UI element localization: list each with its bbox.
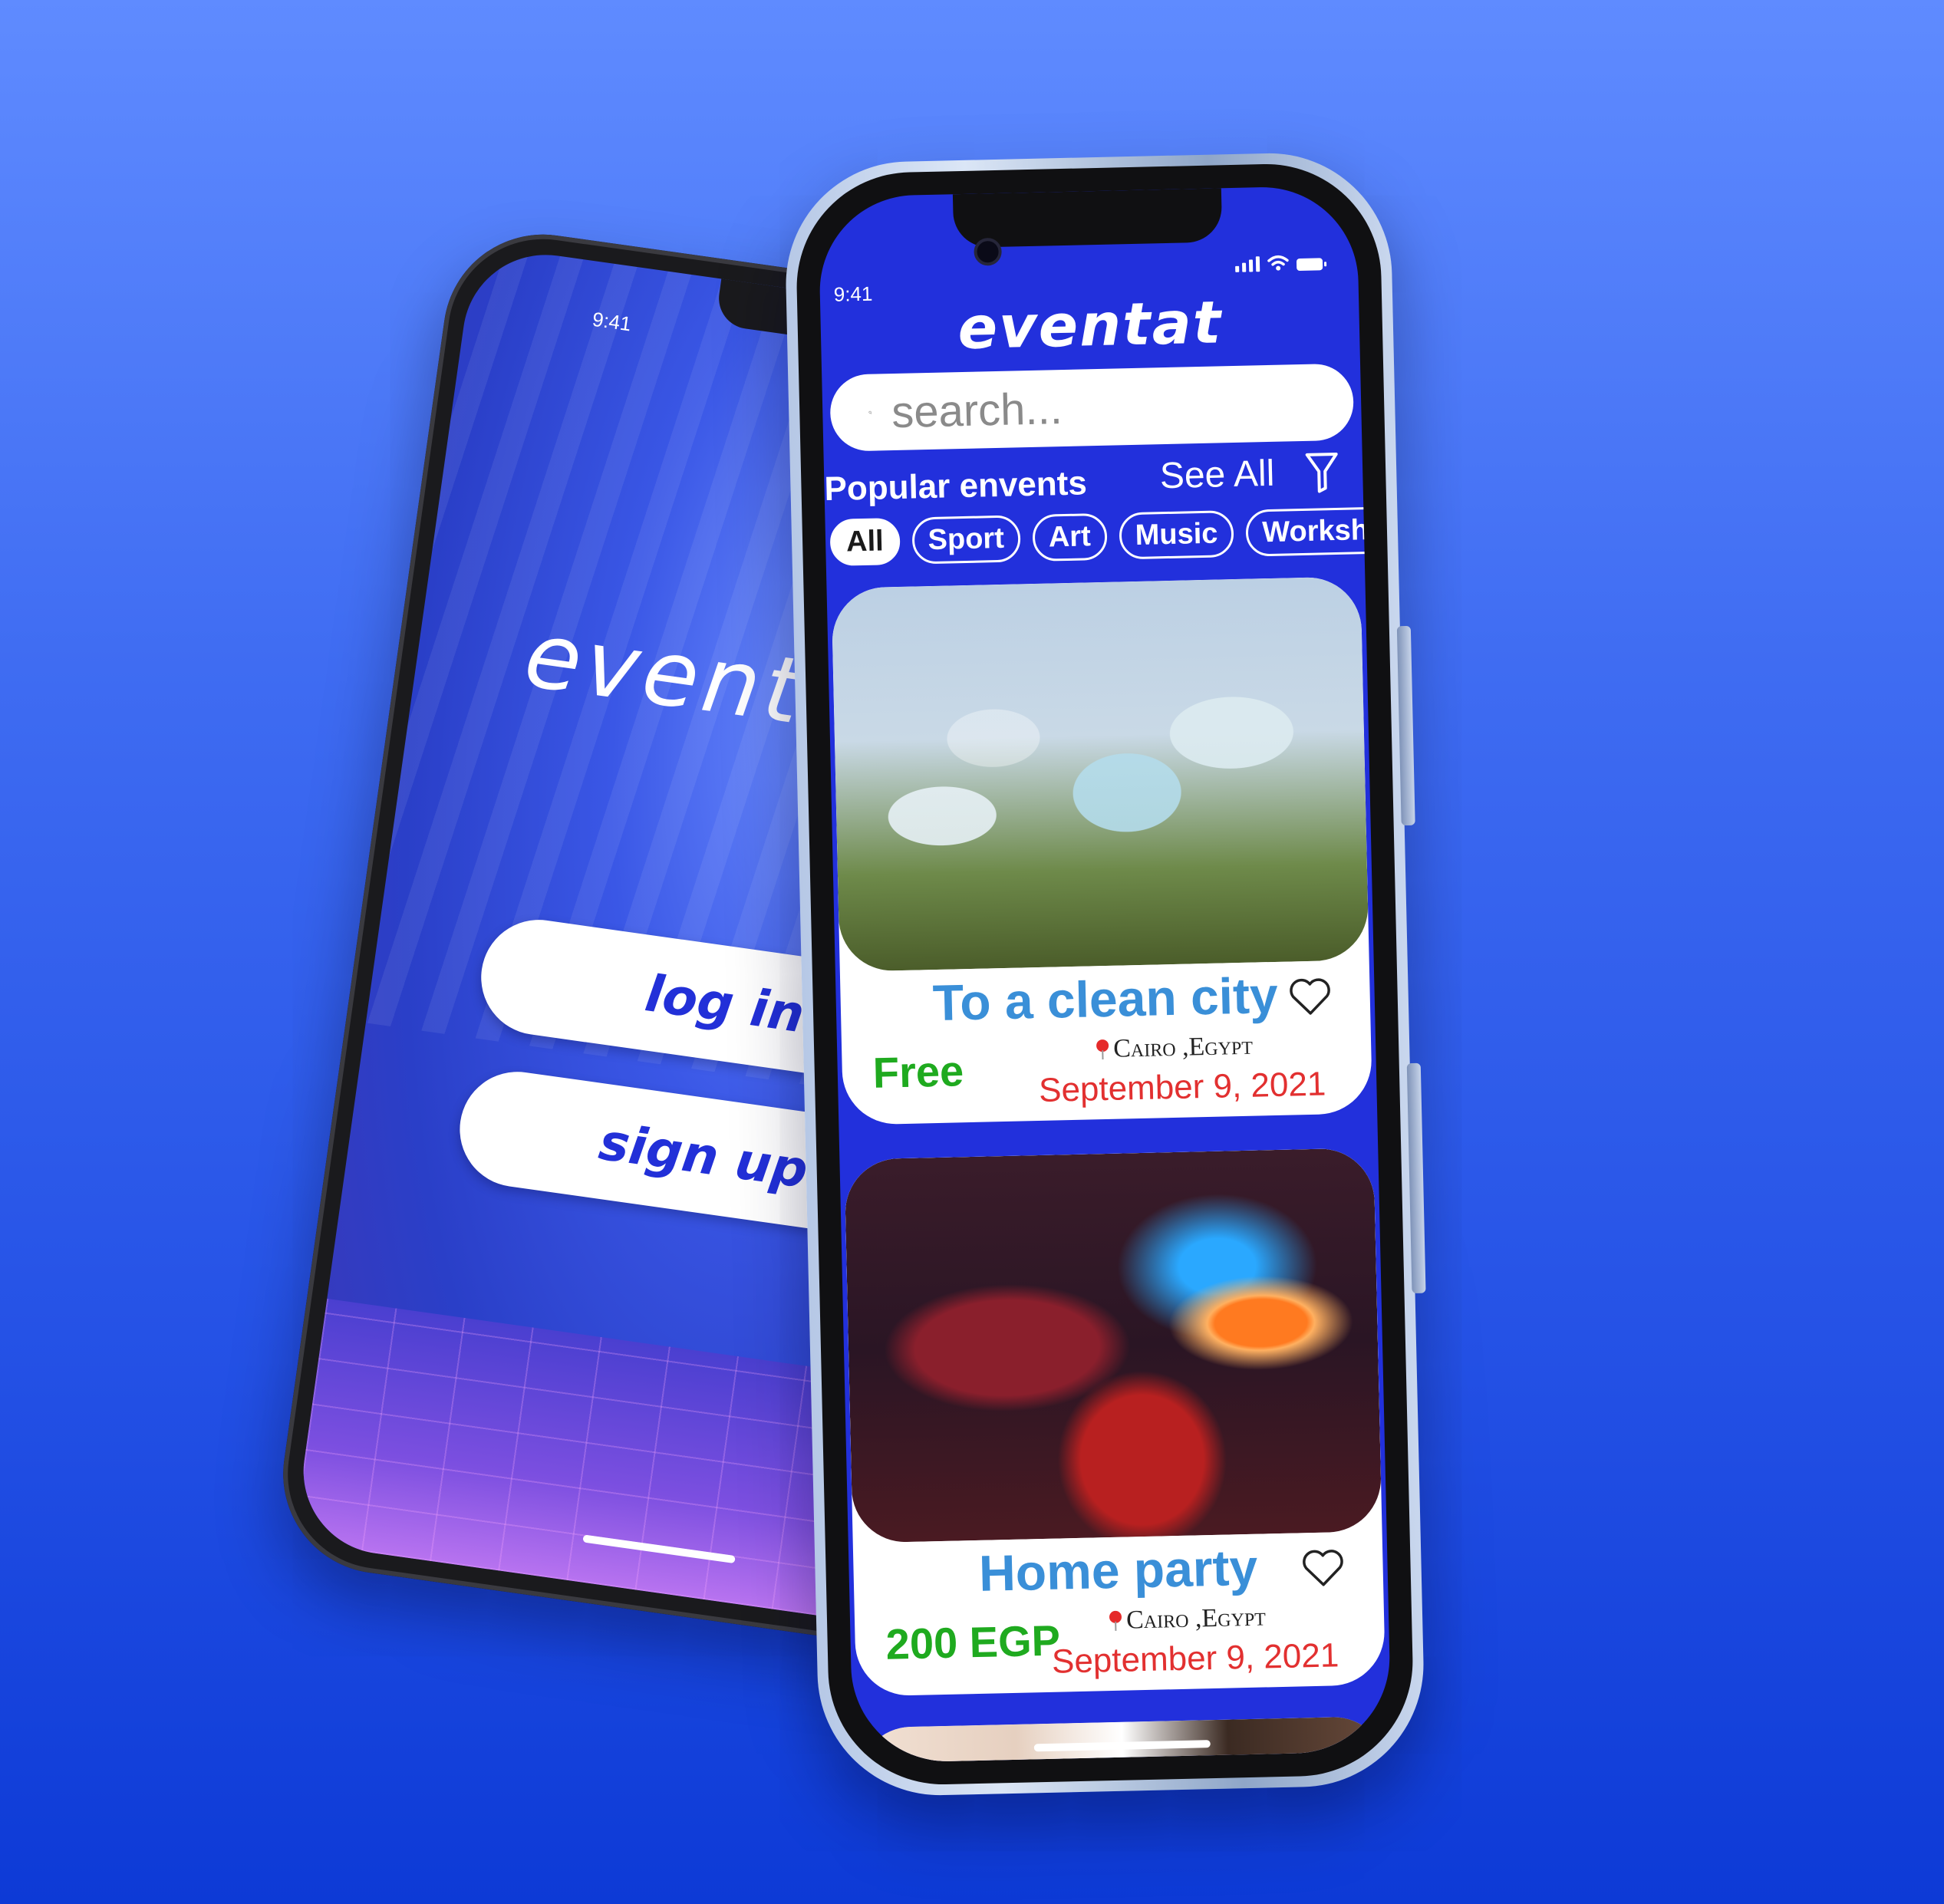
location-text: Cairo ,Egypt bbox=[1112, 1031, 1254, 1063]
heart-icon[interactable] bbox=[1301, 1547, 1345, 1588]
filter-icon[interactable] bbox=[1304, 451, 1340, 495]
location-pin-icon bbox=[1108, 1611, 1124, 1631]
event-card[interactable]: To a clean city Free Cairo ,Egypt Septem… bbox=[831, 576, 1373, 1125]
event-location: Cairo ,Egypt bbox=[1108, 1603, 1267, 1636]
section-header: Popular envents See All bbox=[824, 450, 1363, 516]
event-price: Free bbox=[872, 1046, 964, 1097]
event-card[interactable]: Home party 200 EGP Cairo ,Egypt Septembe… bbox=[844, 1148, 1386, 1697]
event-card[interactable] bbox=[857, 1715, 1388, 1764]
event-date: September 9, 2021 bbox=[1038, 1065, 1326, 1109]
section-title: Popular envents bbox=[824, 464, 1088, 509]
phone-bezel: 9:41 eventat search... Popular envents S… bbox=[794, 161, 1415, 1787]
search-bar[interactable] bbox=[829, 363, 1355, 452]
heart-icon[interactable] bbox=[1288, 976, 1332, 1016]
wifi-icon bbox=[1267, 255, 1289, 271]
chip-sport[interactable]: Sport bbox=[911, 515, 1021, 565]
chip-all[interactable]: All bbox=[829, 517, 901, 566]
location-pin-icon bbox=[1095, 1039, 1111, 1059]
events-screen: 9:41 eventat search... Popular envents S… bbox=[817, 185, 1392, 1764]
event-price: 200 EGP bbox=[885, 1616, 1061, 1668]
signal-icon bbox=[1235, 256, 1260, 272]
event-date: September 9, 2021 bbox=[1051, 1636, 1339, 1681]
chip-art[interactable]: Art bbox=[1032, 512, 1108, 562]
side-button bbox=[1406, 1062, 1426, 1294]
search-input[interactable] bbox=[889, 374, 1354, 439]
camera-icon bbox=[974, 237, 1002, 266]
event-location: Cairo ,Egypt bbox=[1095, 1032, 1254, 1065]
category-chips: All Sport Art Music Workshop bbox=[829, 506, 1392, 566]
location-text: Cairo ,Egypt bbox=[1125, 1603, 1267, 1635]
event-image[interactable] bbox=[831, 576, 1369, 972]
chip-workshop[interactable]: Workshop bbox=[1245, 506, 1392, 557]
chip-music[interactable]: Music bbox=[1119, 510, 1235, 560]
event-image[interactable] bbox=[857, 1715, 1388, 1764]
side-button bbox=[1396, 625, 1415, 826]
event-image[interactable] bbox=[844, 1148, 1382, 1543]
events-phone-mockup: 9:41 eventat search... Popular envents S… bbox=[783, 150, 1427, 1798]
search-icon bbox=[868, 410, 872, 414]
battery-icon bbox=[1296, 258, 1323, 272]
status-icons bbox=[1235, 253, 1323, 272]
app-title: eventat bbox=[957, 288, 1224, 363]
see-all-link[interactable]: See All bbox=[1159, 453, 1275, 497]
